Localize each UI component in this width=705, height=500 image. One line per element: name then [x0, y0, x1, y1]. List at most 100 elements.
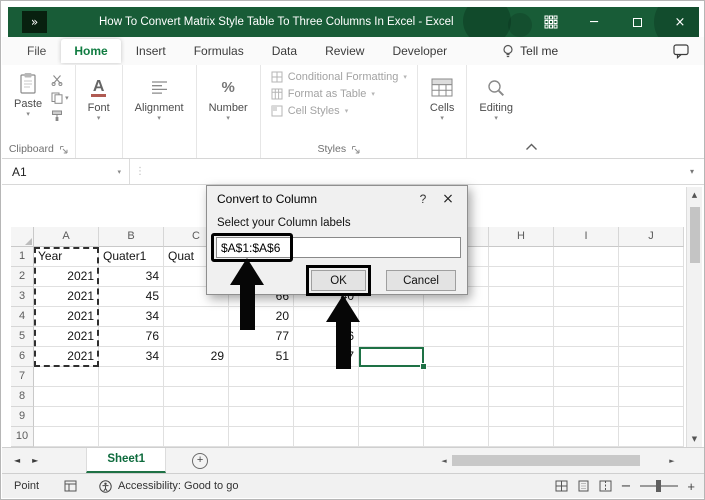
cell-G8[interactable] — [424, 387, 489, 407]
cell-H10[interactable] — [489, 427, 554, 447]
cell-I2[interactable] — [554, 267, 619, 287]
cell-I10[interactable] — [554, 427, 619, 447]
sheet-nav-right-icon[interactable]: ► — [32, 456, 38, 465]
cell-G5[interactable] — [424, 327, 489, 347]
page-layout-view-icon[interactable] — [577, 480, 590, 492]
cell-F9[interactable] — [359, 407, 424, 427]
vertical-scroll-thumb[interactable] — [689, 207, 700, 263]
dialog-close-button[interactable]: × — [435, 191, 461, 207]
cell-A10[interactable] — [34, 427, 99, 447]
cell-styles-button[interactable]: Cell Styles ▾ — [267, 102, 411, 119]
cell-C8[interactable] — [164, 387, 229, 407]
zoom-in-button[interactable]: + — [687, 479, 695, 494]
cell-H9[interactable] — [489, 407, 554, 427]
tab-home[interactable]: Home — [61, 39, 121, 63]
cut-button[interactable] — [51, 73, 69, 87]
cell-B6[interactable]: 34 — [99, 347, 164, 367]
cancel-button[interactable]: Cancel — [386, 270, 456, 291]
cell-A6[interactable]: 2021 — [34, 347, 99, 367]
cell-J2[interactable] — [619, 267, 684, 287]
formula-bar-expand-icon[interactable]: ▾ — [679, 167, 704, 176]
cell-C5[interactable] — [164, 327, 229, 347]
cell-J5[interactable] — [619, 327, 684, 347]
cell-B10[interactable] — [99, 427, 164, 447]
tab-insert[interactable]: Insert — [123, 39, 179, 63]
editing-button[interactable]: Editing ▾ — [473, 68, 519, 123]
close-button[interactable]: × — [665, 10, 695, 34]
cell-I5[interactable] — [554, 327, 619, 347]
ok-button[interactable]: OK — [311, 270, 366, 291]
col-header-I[interactable]: I — [554, 227, 619, 247]
cell-A5[interactable]: 2021 — [34, 327, 99, 347]
cell-J4[interactable] — [619, 307, 684, 327]
cell-C10[interactable] — [164, 427, 229, 447]
tab-formulas[interactable]: Formulas — [181, 39, 257, 63]
cell-B5[interactable]: 76 — [99, 327, 164, 347]
cell-H3[interactable] — [489, 287, 554, 307]
cell-D10[interactable] — [229, 427, 294, 447]
zoom-slider-thumb[interactable] — [656, 480, 662, 492]
cell-H4[interactable] — [489, 307, 554, 327]
scroll-left-icon[interactable]: ◄ — [438, 457, 450, 465]
cell-G7[interactable] — [424, 367, 489, 387]
cell-H5[interactable] — [489, 327, 554, 347]
row-header-7[interactable]: 7 — [11, 367, 34, 387]
row-header-5[interactable]: 5 — [11, 327, 34, 347]
row-header-9[interactable]: 9 — [11, 407, 34, 427]
sheet-tab-sheet1[interactable]: Sheet1 — [86, 448, 167, 473]
tell-me[interactable]: Tell me — [502, 44, 558, 59]
scroll-up-icon[interactable]: ▲ — [692, 187, 697, 203]
cell-G10[interactable] — [424, 427, 489, 447]
row-header-6[interactable]: 6 — [11, 347, 34, 367]
cell-J7[interactable] — [619, 367, 684, 387]
row-header-1[interactable]: 1 — [11, 247, 34, 267]
fill-handle[interactable] — [420, 363, 427, 370]
cell-J3[interactable] — [619, 287, 684, 307]
col-header-H[interactable]: H — [489, 227, 554, 247]
horizontal-scroll-thumb[interactable] — [452, 455, 640, 466]
cell-H7[interactable] — [489, 367, 554, 387]
accessibility-status[interactable]: Accessibility: Good to go — [99, 479, 238, 493]
cell-D6[interactable]: 51 — [229, 347, 294, 367]
cell-E10[interactable] — [294, 427, 359, 447]
name-box[interactable]: A1 ▾ — [2, 159, 130, 184]
tab-review[interactable]: Review — [312, 39, 377, 63]
cell-H1[interactable] — [489, 247, 554, 267]
cell-C7[interactable] — [164, 367, 229, 387]
row-header-3[interactable]: 3 — [11, 287, 34, 307]
cell-F5[interactable] — [359, 327, 424, 347]
cell-B9[interactable] — [99, 407, 164, 427]
tab-data[interactable]: Data — [259, 39, 310, 63]
cell-F8[interactable] — [359, 387, 424, 407]
dialog-launcher-icon[interactable] — [59, 145, 68, 154]
normal-view-icon[interactable] — [555, 480, 568, 492]
cell-D8[interactable] — [229, 387, 294, 407]
zoom-out-button[interactable]: − — [621, 479, 632, 494]
cell-H8[interactable] — [489, 387, 554, 407]
cell-J8[interactable] — [619, 387, 684, 407]
cell-B7[interactable] — [99, 367, 164, 387]
cell-A4[interactable]: 2021 — [34, 307, 99, 327]
alignment-button[interactable]: Alignment ▾ — [129, 68, 190, 123]
add-sheet-button[interactable]: + — [192, 452, 209, 469]
cell-D9[interactable] — [229, 407, 294, 427]
cell-H6[interactable] — [489, 347, 554, 367]
minimize-button[interactable]: ─ — [579, 10, 609, 34]
dialog-help-button[interactable]: ? — [411, 192, 435, 206]
cell-I6[interactable] — [554, 347, 619, 367]
cell-E8[interactable] — [294, 387, 359, 407]
col-header-B[interactable]: B — [99, 227, 164, 247]
cell-B2[interactable]: 34 — [99, 267, 164, 287]
copy-button[interactable]: ▾ — [51, 91, 69, 105]
cell-A1[interactable]: Year — [34, 247, 99, 267]
cell-I9[interactable] — [554, 407, 619, 427]
cell-C4[interactable] — [164, 307, 229, 327]
cell-I7[interactable] — [554, 367, 619, 387]
cell-A8[interactable] — [34, 387, 99, 407]
scroll-down-icon[interactable]: ▼ — [692, 431, 697, 447]
cell-D5[interactable]: 77 — [229, 327, 294, 347]
comments-icon[interactable] — [673, 43, 689, 59]
double-chevron-icon[interactable]: » — [22, 11, 47, 33]
zoom-slider-track[interactable] — [640, 480, 679, 492]
cell-B1[interactable]: Quater1 — [99, 247, 164, 267]
